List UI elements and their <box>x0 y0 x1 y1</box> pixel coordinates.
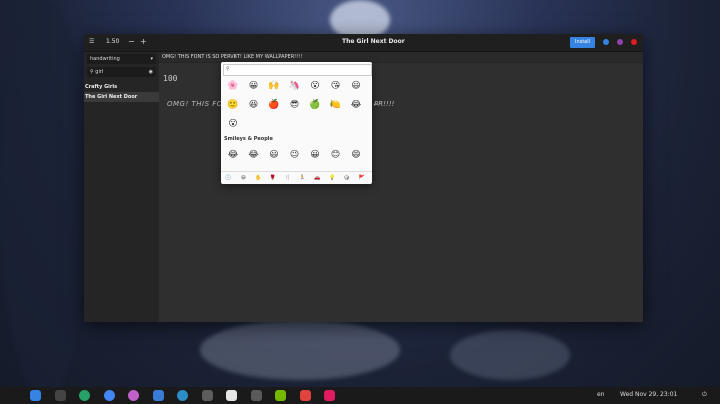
smiley-emoji-1[interactable]: 😂 <box>247 148 261 162</box>
recent-emoji-2[interactable]: 🙌 <box>267 79 281 93</box>
taskbar-editor-icon[interactable] <box>226 390 237 401</box>
taskbar-photos-icon[interactable] <box>299 390 311 401</box>
recent-emoji-1[interactable]: 😀 <box>247 79 261 93</box>
emoji-category-tab-3[interactable]: 🌹 <box>269 175 276 182</box>
increase-size-button[interactable]: + <box>140 38 147 46</box>
emoji-category-tab-1[interactable]: 😀 <box>240 175 247 182</box>
smiley-emoji-5[interactable]: 😊 <box>329 148 343 162</box>
taskbar-nvidia-icon[interactable] <box>275 390 286 401</box>
smiley-emoji-4[interactable]: 😀 <box>308 148 322 162</box>
search-icon: ⚲ <box>90 69 94 75</box>
emoji-category-tab-7[interactable]: 💡 <box>329 175 336 182</box>
keyboard-layout[interactable]: en <box>597 391 605 399</box>
recent-emoji-14[interactable]: 😮 <box>226 117 240 131</box>
smiley-emoji-3[interactable]: 😉 <box>288 148 302 162</box>
title-bar: ☰ 1.50 − + The Girl Next Door Install <box>84 34 643 52</box>
recent-emoji-3[interactable]: 🦄 <box>288 79 302 93</box>
taskbar-weather-icon[interactable] <box>324 390 335 401</box>
emoji-category-tab-8[interactable]: 🎲 <box>343 175 350 182</box>
taskbar: en Wed Nov 29, 23:01 ⏻ <box>0 387 720 404</box>
taskbar-chat-icon[interactable] <box>201 390 213 401</box>
category-bar: 🕘 😀 ✋ 🌹 🍴 🏃 🚗 💡 🎲 🚩 <box>221 171 372 185</box>
clock[interactable]: Wed Nov 29, 23:01 <box>620 391 677 399</box>
emoji-category-tab-6[interactable]: 🚗 <box>314 175 321 182</box>
search-input[interactable]: ⚲ girl ◉ <box>87 67 156 77</box>
emoji-category-tab-5[interactable]: 🏃 <box>299 175 306 182</box>
smiley-emoji-6[interactable]: 😄 <box>349 148 363 162</box>
emoji-search-input[interactable]: ⚲ <box>223 64 372 76</box>
smiley-emoji-2[interactable]: 😃 <box>267 148 281 162</box>
sidebar: handwriting ▾ ⚲ girl ◉ Crafty Girls The … <box>84 52 159 322</box>
taskbar-media-icon[interactable] <box>128 390 139 401</box>
taskbar-browser-icon[interactable] <box>177 390 188 401</box>
emoji-category-tab-9[interactable]: 🚩 <box>358 175 365 182</box>
chevron-down-icon: ▾ <box>150 56 153 62</box>
recent-emoji-8[interactable]: 😆 <box>247 98 261 112</box>
taskbar-software-icon[interactable] <box>152 390 164 401</box>
decrease-size-button[interactable]: − <box>128 38 135 46</box>
emoji-picker: ⚲ Smileys & People 🕘 😀 ✋ 🌹 🍴 🏃 🚗 💡 🎲 🚩 🌸 😀 🙌 🦄 😮 😘 😃 🙂 😆 🍎… <box>221 62 372 184</box>
emoji-category-tab-2[interactable]: ✋ <box>255 175 262 182</box>
recent-emoji-9[interactable]: 🍎 <box>267 98 281 112</box>
recent-emoji-11[interactable]: 🍏 <box>308 98 322 112</box>
hamburger-icon[interactable]: ☰ <box>89 38 94 46</box>
sidebar-item-crafty-girls[interactable]: Crafty Girls <box>84 82 159 92</box>
purple-dot-button[interactable] <box>617 39 623 45</box>
install-button[interactable]: Install <box>570 37 595 48</box>
section-title: Smileys & People <box>224 136 273 142</box>
emoji-category-tab-4[interactable]: 🍴 <box>284 175 291 182</box>
recent-emoji-0[interactable]: 🌸 <box>226 79 240 93</box>
search-icon: ⚲ <box>226 66 230 72</box>
recent-emoji-5[interactable]: 😘 <box>329 79 343 93</box>
recent-emoji-7[interactable]: 🙂 <box>226 98 240 112</box>
taskbar-folder-icon[interactable] <box>250 390 262 401</box>
preview-rendered-tail: P̶R!!!! <box>374 100 395 108</box>
sidebar-item-the-girl-next-door[interactable]: The Girl Next Door <box>84 92 159 102</box>
red-dot-button[interactable] <box>631 39 637 45</box>
preview-rendered-text: OMG! THIS FON <box>167 100 229 108</box>
eye-icon[interactable]: ◉ <box>149 67 153 77</box>
font-size-value[interactable]: 1.50 <box>106 38 119 46</box>
taskbar-chrome-icon[interactable] <box>103 390 115 401</box>
recent-emoji-13[interactable]: 😂 <box>349 98 363 112</box>
recent-emoji-12[interactable]: 🍋 <box>329 98 343 112</box>
taskbar-files-icon[interactable] <box>30 390 41 401</box>
category-select[interactable]: handwriting ▾ <box>87 54 156 64</box>
smiley-emoji-0[interactable]: 😂 <box>226 148 240 162</box>
recent-emoji-4[interactable]: 😮 <box>308 79 322 93</box>
emoji-category-tab-0[interactable]: 🕘 <box>225 175 232 182</box>
recent-emoji-10[interactable]: 😎 <box>288 98 302 112</box>
taskbar-settings-icon[interactable] <box>79 390 90 401</box>
window-title: The Girl Next Door <box>342 38 405 45</box>
power-icon[interactable]: ⏻ <box>702 391 707 399</box>
preview-size-label: 100 <box>163 74 178 83</box>
taskbar-terminal-icon[interactable] <box>54 390 66 401</box>
recent-emoji-6[interactable]: 😃 <box>349 79 363 93</box>
blue-dot-button[interactable] <box>603 39 609 45</box>
